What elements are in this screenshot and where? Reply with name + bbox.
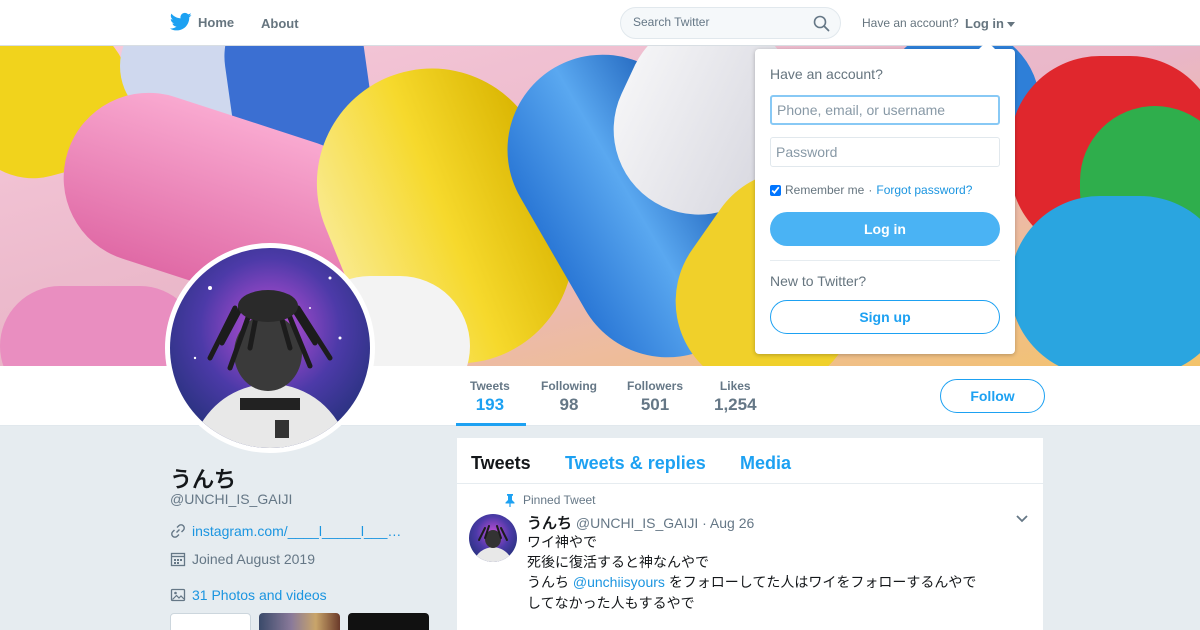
stat-likes-label: Likes [719, 379, 751, 393]
profile-avatar[interactable] [165, 243, 375, 453]
login-button[interactable]: Log in [770, 212, 1000, 246]
stat-followers-value: 501 [640, 395, 670, 414]
photos-videos-link[interactable]: 31 Photos and videos [192, 587, 327, 603]
search-icon[interactable] [813, 15, 830, 32]
remember-me-row: Remember me · Forgot password? [770, 183, 972, 197]
stat-following-label: Following [541, 379, 597, 393]
login-toggle-label: Log in [965, 16, 1004, 31]
stat-tweets-label: Tweets [470, 379, 510, 393]
avatar-galaxy-image [170, 248, 370, 448]
search-box [620, 7, 841, 39]
profile-link-row: instagram.com/____l_____l___… [170, 523, 401, 539]
username-field[interactable] [770, 95, 1000, 125]
twitter-bird-icon [170, 12, 192, 31]
profile-name: うんち [170, 467, 237, 492]
stat-following-value: 98 [559, 395, 579, 414]
new-to-twitter-text: New to Twitter? [770, 273, 867, 289]
tweet-header: うんち @UNCHI_IS_GAIJI · Aug 26 [527, 512, 754, 533]
stat-tweets[interactable]: Tweets 193 [470, 379, 510, 415]
remember-me-label: Remember me [785, 183, 865, 197]
signup-button[interactable]: Sign up [770, 300, 1000, 334]
tweet-text-line: してなかった人もするやで [527, 595, 695, 611]
tweet-text-prefix: うんち [527, 574, 569, 590]
media-thumbnails [170, 613, 429, 630]
tab-tweets-replies[interactable]: Tweets & replies [565, 453, 706, 474]
pinned-tweet-context: Pinned Tweet [505, 493, 596, 507]
profile-website-link[interactable]: instagram.com/____l_____l___… [192, 523, 401, 539]
nav-home-label: Home [198, 14, 235, 30]
timeline-tabs: Tweets Tweets & replies Media [457, 438, 1043, 484]
tweet-avatar-image [469, 514, 517, 562]
chevron-down-icon[interactable] [1015, 514, 1029, 524]
pinned-tweet-label: Pinned Tweet [523, 493, 596, 507]
tweet-text-line: 死後に復活すると神なんやで [527, 554, 709, 570]
media-thumbnail[interactable] [259, 613, 340, 630]
stat-followers[interactable]: Followers 501 [627, 379, 683, 415]
separator-dot: · [868, 183, 873, 197]
tab-media[interactable]: Media [740, 453, 791, 474]
search-input[interactable] [633, 15, 803, 29]
nav-home-link[interactable]: Home [170, 12, 234, 32]
follow-button[interactable]: Follow [940, 379, 1045, 413]
top-navigation-bar: Home About Have an account? Log in [0, 0, 1200, 46]
tweet-text-line: うんち @unchiisyours をフォローしてた人はワイをフォローするんやで [527, 572, 976, 592]
timeline-panel: Tweets Tweets & replies Media Pinned Twe… [456, 437, 1044, 630]
login-dropdown: Have an account? Remember me · Forgot pa… [755, 41, 1015, 354]
have-account-text: Have an account? [862, 16, 959, 30]
profile-joined-row: Joined August 2019 [170, 551, 315, 567]
tweet-avatar[interactable] [469, 514, 517, 562]
active-stat-indicator [456, 423, 526, 426]
tweet-text-suffix: をフォローしてた人はワイをフォローするんやで [668, 574, 977, 590]
tweet-author-name[interactable]: うんち [527, 515, 572, 532]
login-dropdown-toggle[interactable]: Log in [965, 16, 1015, 31]
nav-about-link[interactable]: About [261, 16, 299, 31]
profile-handle: @UNCHI_IS_GAIJI [170, 491, 293, 507]
calendar-icon [170, 552, 186, 567]
media-thumbnail[interactable] [348, 613, 429, 630]
login-dropdown-title: Have an account? [770, 66, 883, 82]
tweet-date[interactable]: · Aug 26 [702, 515, 754, 531]
photos-videos-row: 31 Photos and videos [170, 587, 327, 603]
password-field[interactable] [770, 137, 1000, 167]
dropdown-divider [770, 260, 1000, 261]
caret-down-icon [1007, 22, 1015, 28]
stat-following[interactable]: Following 98 [541, 379, 597, 415]
tweet-mention-link[interactable]: @unchiisyours [573, 574, 665, 590]
dropdown-arrow [979, 41, 995, 49]
stat-likes-value: 1,254 [714, 395, 757, 414]
profile-joined: Joined August 2019 [192, 551, 315, 567]
tweet-text-line: ワイ神やで [527, 534, 597, 550]
stat-tweets-value: 193 [475, 395, 505, 414]
tab-tweets[interactable]: Tweets [471, 453, 531, 474]
tweet-author-handle[interactable]: @UNCHI_IS_GAIJI [576, 515, 698, 531]
link-icon [171, 524, 185, 538]
media-thumbnail[interactable] [170, 613, 251, 630]
remember-me-checkbox[interactable] [770, 184, 781, 196]
photo-icon [170, 588, 186, 602]
stat-followers-label: Followers [627, 379, 684, 393]
stat-likes[interactable]: Likes 1,254 [714, 379, 757, 415]
pin-icon [505, 493, 515, 507]
forgot-password-link[interactable]: Forgot password? [876, 183, 972, 197]
